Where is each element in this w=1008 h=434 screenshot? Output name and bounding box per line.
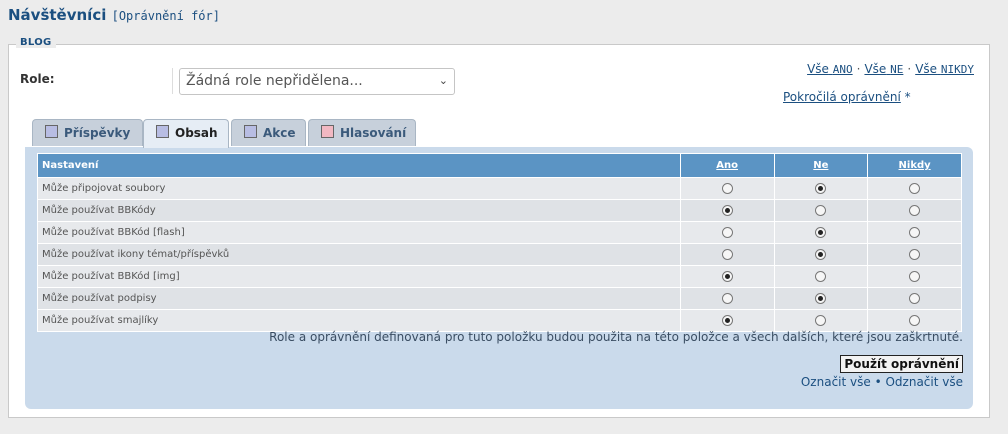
setting-label: Může používat BBKód [img] <box>37 265 681 288</box>
radio-cell <box>679 177 775 200</box>
all-no-link[interactable]: Vše NE <box>864 62 903 76</box>
setting-label: Může používat BBKódy <box>37 199 681 222</box>
radio-yes[interactable] <box>721 204 733 216</box>
column-header-no[interactable]: Ne <box>773 153 869 178</box>
radio-cell <box>867 177 962 200</box>
radio-cell <box>679 243 775 266</box>
table-row: Může používat smajlíky <box>37 309 962 332</box>
table-row: Může používat BBKód [img] <box>37 265 962 288</box>
radio-yes[interactable] <box>721 270 733 282</box>
mark-all-link[interactable]: Označit vše <box>801 375 871 389</box>
role-select-value: Žádná role nepřidělena... <box>186 73 363 89</box>
radio-cell <box>773 287 869 310</box>
radio-cell <box>679 309 775 332</box>
color-swatch-icon <box>45 125 58 138</box>
radio-no[interactable] <box>815 314 827 326</box>
apply-permissions-button[interactable]: Použít oprávnění <box>840 355 963 373</box>
column-header-yes[interactable]: Ano <box>679 153 775 178</box>
advanced-permissions: Pokročilá oprávnění * <box>783 90 911 104</box>
radio-cell <box>867 309 962 332</box>
radio-no[interactable] <box>815 226 827 238</box>
tab-hlasovani[interactable]: Hlasování <box>308 119 416 146</box>
page-subtitle: [Oprávnění fór] <box>111 9 220 23</box>
advanced-asterisk: * <box>904 90 911 104</box>
radio-cell <box>773 199 869 222</box>
radio-yes[interactable] <box>721 182 733 194</box>
radio-yes[interactable] <box>721 226 733 238</box>
radio-cell <box>867 243 962 266</box>
radio-yes[interactable] <box>721 292 733 304</box>
all-yes-link[interactable]: Vše ANO <box>807 62 853 76</box>
radio-never[interactable] <box>909 182 921 194</box>
setting-label: Může používat ikony témat/příspěvků <box>37 243 681 266</box>
chevron-down-icon: ⌄ <box>438 74 448 87</box>
color-swatch-icon <box>321 125 334 138</box>
radio-cell <box>679 199 775 222</box>
radio-never[interactable] <box>909 204 921 216</box>
radio-never[interactable] <box>909 292 921 304</box>
radio-yes[interactable] <box>721 248 733 260</box>
color-swatch-icon <box>244 125 257 138</box>
all-never-link[interactable]: Vše NIKDY <box>915 62 974 76</box>
radio-no[interactable] <box>815 292 827 304</box>
radio-never[interactable] <box>909 270 921 282</box>
radio-no[interactable] <box>815 248 827 260</box>
tab-label: Příspěvky <box>64 126 131 140</box>
setting-label: Může používat BBKód [flash] <box>37 221 681 244</box>
radio-no[interactable] <box>815 270 827 282</box>
role-label: Role: <box>20 72 55 86</box>
radio-cell <box>679 265 775 288</box>
tab-prispevky[interactable]: Příspěvky <box>32 119 143 146</box>
table-row: Může používat podpisy <box>37 287 962 310</box>
panel-legend: BLOG <box>16 37 56 48</box>
radio-never[interactable] <box>909 248 921 260</box>
advanced-permissions-link[interactable]: Pokročilá oprávnění <box>783 90 901 104</box>
radio-no[interactable] <box>815 182 827 194</box>
radio-cell <box>867 265 962 288</box>
radio-cell <box>867 221 962 244</box>
page-title: Návštěvníci [Oprávnění fór] <box>8 6 220 24</box>
column-header-never[interactable]: Nikdy <box>867 153 962 178</box>
tab-label: Akce <box>263 126 296 140</box>
bullet-separator: • <box>874 375 882 389</box>
table-row: Může používat BBKód [flash] <box>37 221 962 244</box>
radio-never[interactable] <box>909 226 921 238</box>
radio-cell <box>867 199 962 222</box>
radio-cell <box>773 221 869 244</box>
unmark-all-link[interactable]: Odznačit vše <box>885 375 963 389</box>
table-row: Může používat BBKódy <box>37 199 962 222</box>
permissions-table: Nastavení Ano Ne Nikdy Může připojovat s… <box>37 153 962 332</box>
radio-yes[interactable] <box>721 314 733 326</box>
radio-cell <box>773 243 869 266</box>
radio-cell <box>773 309 869 332</box>
radio-cell <box>773 265 869 288</box>
page-title-text: Návštěvníci <box>8 6 107 24</box>
radio-never[interactable] <box>909 314 921 326</box>
radio-cell <box>867 287 962 310</box>
tab-obsah[interactable]: Obsah <box>143 119 229 148</box>
tab-label: Hlasování <box>340 126 407 140</box>
column-header-setting: Nastavení <box>37 153 681 178</box>
radio-cell <box>679 221 775 244</box>
tab-akce[interactable]: Akce <box>231 119 306 146</box>
mark-links: Označit vše • Odznačit vše <box>801 375 963 389</box>
setting-label: Může připojovat soubory <box>37 177 681 200</box>
setting-label: Může používat podpisy <box>37 287 681 310</box>
divider <box>172 68 173 94</box>
tab-label: Obsah <box>175 126 218 140</box>
color-swatch-icon <box>156 125 169 138</box>
table-row: Může připojovat soubory <box>37 177 962 200</box>
inheritance-note: Role a oprávnění definovaná pro tuto pol… <box>269 330 963 344</box>
radio-no[interactable] <box>815 204 827 216</box>
set-all-links: Vše ANO · Vše NE · Vše NIKDY <box>807 62 974 76</box>
role-select[interactable]: Žádná role nepřidělena... ⌄ <box>179 68 455 95</box>
radio-cell <box>679 287 775 310</box>
radio-cell <box>773 177 869 200</box>
setting-label: Může používat smajlíky <box>37 309 681 332</box>
tab-content: Nastavení Ano Ne Nikdy Může připojovat s… <box>25 147 973 409</box>
table-row: Může používat ikony témat/příspěvků <box>37 243 962 266</box>
